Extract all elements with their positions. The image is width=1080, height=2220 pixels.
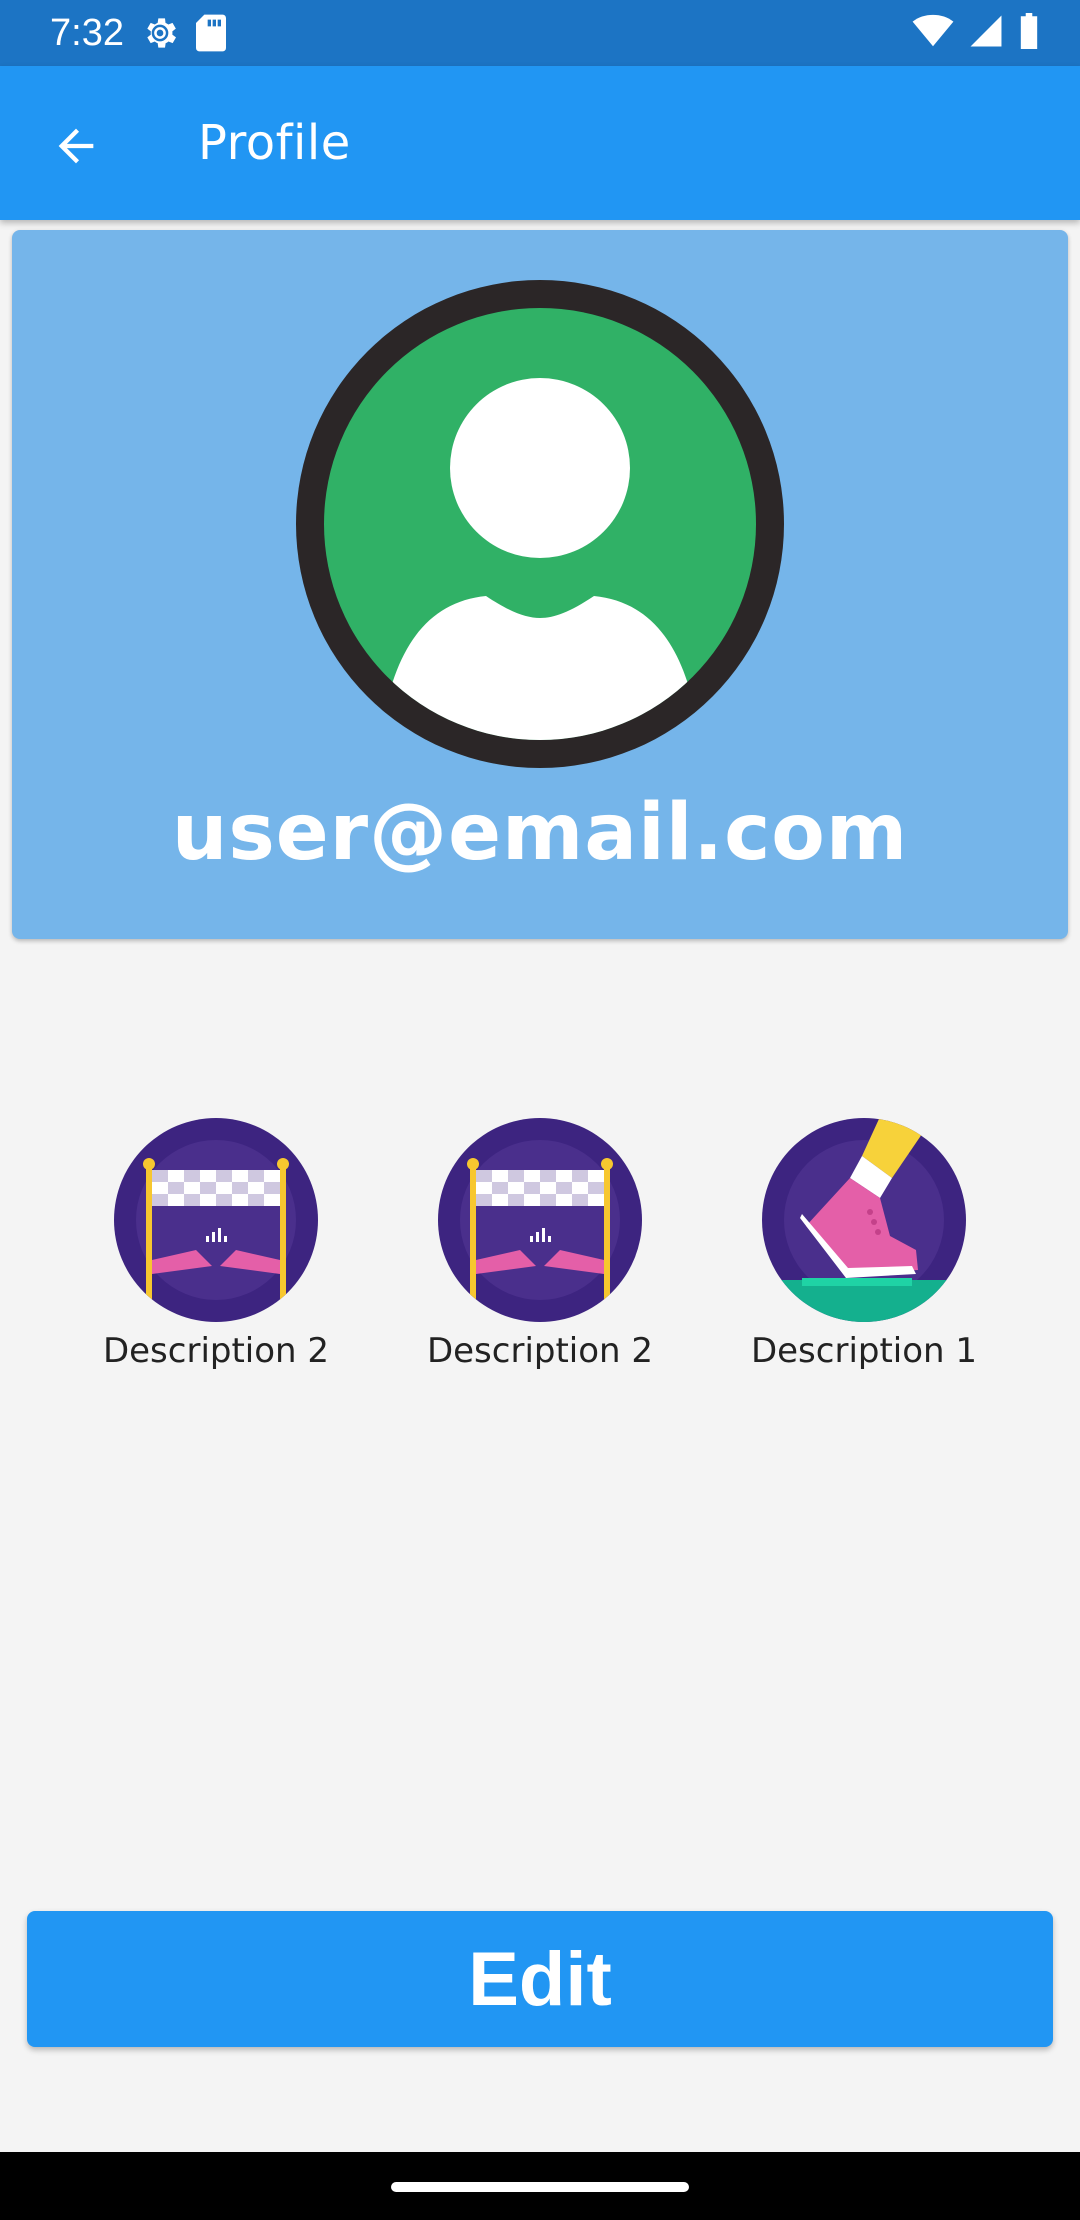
sd-card-icon (196, 14, 226, 52)
running-shoe-badge-icon (762, 1118, 966, 1322)
home-indicator[interactable] (391, 2182, 689, 2192)
status-bar: 7:32 (0, 0, 1080, 66)
edit-button[interactable]: Edit (27, 1911, 1053, 2047)
system-nav-bar (0, 2152, 1080, 2220)
badge-item[interactable]: Description 2 (86, 1118, 346, 1374)
badge-label: Description 2 (102, 1331, 330, 1371)
signal-icon (970, 15, 1002, 47)
page-title: Profile (198, 115, 351, 171)
finish-line-badge-icon (438, 1118, 642, 1322)
profile-card: user@email.com (12, 230, 1068, 939)
badge-item[interactable]: Description 2 (410, 1118, 670, 1374)
app-bar: Profile (0, 66, 1080, 220)
back-button[interactable] (36, 106, 116, 186)
wifi-icon (912, 14, 954, 47)
arrow-back-icon (58, 128, 94, 164)
badge-list: Description 2 Description 2 Description … (0, 1118, 1080, 1378)
settings-gear-icon (147, 18, 176, 48)
finish-line-badge-icon (114, 1118, 318, 1322)
status-time: 7:32 (50, 12, 124, 54)
battery-icon (1020, 13, 1038, 49)
status-left-icons (140, 13, 228, 53)
person-avatar-icon (296, 280, 784, 768)
badge-item[interactable]: Description 1 (734, 1118, 994, 1374)
badge-label: Description 1 (750, 1331, 978, 1371)
badge-label: Description 2 (426, 1331, 654, 1371)
status-right-icons (912, 13, 1040, 49)
user-email: user@email.com (171, 788, 909, 878)
